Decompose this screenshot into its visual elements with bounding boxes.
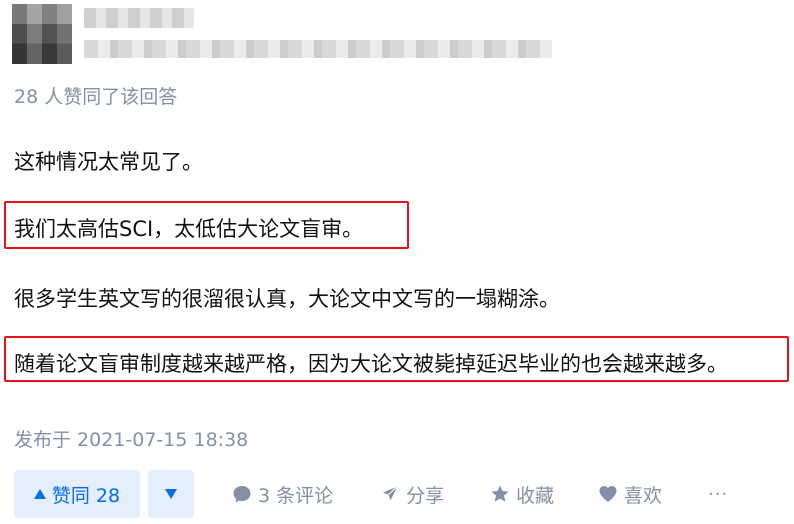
favorite-label: 收藏 bbox=[516, 484, 555, 507]
comment-label: 3 条评论 bbox=[258, 484, 334, 507]
like-label: 喜欢 bbox=[624, 484, 663, 507]
favorite-button[interactable]: 收藏 bbox=[490, 470, 554, 518]
upvote-label: 赞同 28 bbox=[51, 484, 121, 507]
share-label: 分享 bbox=[406, 484, 445, 507]
vote-summary: 28 人赞同了该回答 bbox=[14, 86, 178, 108]
action-bar: 赞同 28 3 条评论 分享 收藏 喜欢 ··· bbox=[14, 470, 784, 518]
author-info bbox=[12, 4, 552, 64]
comment-button[interactable]: 3 条评论 bbox=[232, 470, 333, 518]
comment-icon bbox=[232, 484, 252, 504]
highlight-box bbox=[4, 336, 789, 382]
triangle-down-icon bbox=[165, 489, 177, 499]
heart-icon bbox=[598, 484, 618, 504]
avatar[interactable] bbox=[12, 4, 72, 64]
triangle-up-icon bbox=[33, 489, 46, 499]
author-name-blurred[interactable] bbox=[84, 8, 194, 28]
share-icon bbox=[380, 484, 400, 504]
star-icon bbox=[490, 484, 510, 504]
published-time: 发布于 2021-07-15 18:38 bbox=[14, 429, 249, 451]
more-label: ··· bbox=[708, 483, 729, 505]
highlight-box bbox=[4, 201, 409, 249]
upvote-button[interactable]: 赞同 28 bbox=[14, 470, 140, 518]
like-button[interactable]: 喜欢 bbox=[598, 470, 662, 518]
downvote-button[interactable] bbox=[148, 470, 194, 518]
more-button[interactable]: ··· bbox=[708, 470, 728, 518]
share-button[interactable]: 分享 bbox=[380, 470, 444, 518]
author-bio-blurred bbox=[84, 40, 552, 58]
answer-paragraph: 很多学生英文写的很溜很认真，大论文中文写的一塌糊涂。 bbox=[14, 287, 560, 311]
answer-paragraph: 这种情况太常见了。 bbox=[14, 150, 203, 174]
